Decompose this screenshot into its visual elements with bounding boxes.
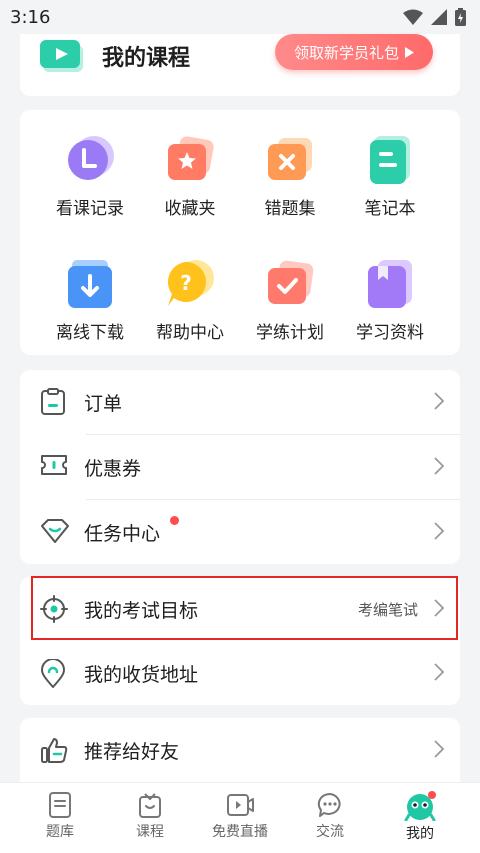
grid-item-study-materials[interactable]: 学习资料 <box>335 258 445 343</box>
chevron-right-icon <box>434 599 444 617</box>
menu-group-exam: 我的考试目标 考编笔试 我的收货地址 <box>20 577 460 705</box>
grid-label: 笔记本 <box>364 199 416 219</box>
target-icon <box>40 595 68 623</box>
materials-book-icon <box>368 260 412 308</box>
coupon-icon <box>41 455 67 475</box>
star-folder-icon <box>168 136 214 180</box>
clock-icon <box>68 136 114 180</box>
help-bubble-icon: ? <box>167 260 214 306</box>
tab-mine[interactable]: 我的 <box>380 791 460 843</box>
grid-item-watch-history[interactable]: 看课记录 <box>35 134 145 219</box>
tab-label: 我的 <box>406 826 434 842</box>
menu-item-orders[interactable]: 订单 <box>20 370 460 434</box>
course-play-icon <box>40 40 83 72</box>
order-icon <box>41 388 65 415</box>
menu-item-task-center[interactable]: 任务中心 <box>20 500 460 564</box>
grid-item-wrong-questions[interactable]: 错题集 <box>235 134 345 219</box>
menu-label: 任务中心 <box>84 522 161 545</box>
course-title: 我的课程 <box>102 46 191 71</box>
menu-item-exam-target[interactable]: 我的考试目标 考编笔试 <box>20 577 460 641</box>
tab-question-bank[interactable]: 题库 <box>20 791 100 841</box>
live-video-icon <box>227 794 254 816</box>
menu-group-account: 订单 优惠券 任务中心 <box>20 370 460 564</box>
exam-target-value: 考编笔试 <box>357 600 418 619</box>
signal-icon <box>431 9 447 25</box>
menu-label: 我的收货地址 <box>84 663 199 686</box>
plan-check-icon <box>268 260 314 304</box>
grid-item-study-plan[interactable]: 学练计划 <box>235 258 345 343</box>
grid-item-help-center[interactable]: ? 帮助中心 <box>135 258 245 343</box>
battery-icon <box>455 8 466 26</box>
tab-community[interactable]: 交流 <box>290 791 370 841</box>
chevron-right-icon <box>434 663 444 681</box>
grid-label: 错题集 <box>264 199 316 219</box>
menu-label: 我的考试目标 <box>84 599 199 622</box>
wifi-icon <box>403 9 423 25</box>
wrong-book-icon <box>268 138 312 180</box>
tab-label: 免费直播 <box>212 824 268 840</box>
grid-label: 离线下载 <box>56 323 124 343</box>
svg-text:?: ? <box>180 271 192 295</box>
menu-item-recommend-friends[interactable]: 推荐给好友 <box>20 718 460 782</box>
tab-free-live[interactable]: 免费直播 <box>200 791 280 841</box>
location-pin-icon <box>41 659 65 688</box>
menu-label: 推荐给好友 <box>84 740 180 763</box>
chevron-right-icon <box>434 740 444 758</box>
download-icon <box>68 260 112 308</box>
grid-label: 收藏夹 <box>164 199 216 219</box>
question-bank-icon <box>49 792 71 818</box>
my-course-card[interactable]: 我的课程 领取新学员礼包 <box>20 34 460 96</box>
play-arrow-icon <box>405 46 414 58</box>
status-icons <box>403 8 466 26</box>
grid-item-notebook[interactable]: 笔记本 <box>335 134 445 219</box>
menu-item-coupons[interactable]: 优惠券 <box>20 435 460 499</box>
menu-label: 优惠券 <box>84 457 142 480</box>
claim-gift-button[interactable]: 领取新学员礼包 <box>275 34 433 70</box>
notification-dot <box>170 516 179 525</box>
tab-label: 交流 <box>316 824 344 840</box>
tab-label: 题库 <box>46 824 74 840</box>
grid-item-offline-download[interactable]: 离线下载 <box>35 258 145 343</box>
grid-label: 看课记录 <box>56 199 124 219</box>
chat-bubble-icon <box>317 792 341 817</box>
menu-item-shipping-address[interactable]: 我的收货地址 <box>20 641 460 705</box>
menu-group-share: 推荐给好友 <box>20 718 460 784</box>
status-time: 3:16 <box>10 6 51 28</box>
gift-button-label: 领取新学员礼包 <box>293 43 399 62</box>
grid-label: 学练计划 <box>256 323 324 343</box>
course-bag-icon <box>139 793 161 818</box>
thumbs-up-icon <box>41 738 68 763</box>
grid-item-favorites[interactable]: 收藏夹 <box>135 134 245 219</box>
status-bar: 3:16 <box>0 0 480 34</box>
diamond-task-icon <box>41 519 69 543</box>
notebook-icon <box>370 136 410 184</box>
grid-label: 帮助中心 <box>156 323 224 343</box>
mascot-profile-icon <box>404 791 436 821</box>
chevron-right-icon <box>434 522 444 540</box>
chevron-right-icon <box>434 392 444 410</box>
chevron-right-icon <box>434 457 444 475</box>
bottom-tab-bar: 题库 课程 免费直播 交流 我的 <box>0 782 480 853</box>
tab-label: 课程 <box>136 824 164 840</box>
menu-label: 订单 <box>84 392 123 415</box>
grid-label: 学习资料 <box>356 323 424 343</box>
function-grid: 看课记录 收藏夹 错题集 笔记本 离线下载 ? 帮助中心 学练计划 学习资料 <box>20 110 460 355</box>
tab-courses[interactable]: 课程 <box>110 791 190 841</box>
